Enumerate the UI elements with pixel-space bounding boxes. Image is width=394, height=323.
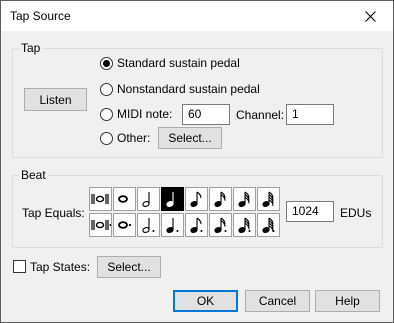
tap-states-select-button[interactable]: Select...: [97, 256, 161, 278]
cancel-button[interactable]: Cancel: [245, 290, 310, 312]
thirty-second-note-icon: [238, 191, 250, 207]
close-button[interactable]: [347, 1, 393, 31]
dotted-half-note-icon: [142, 218, 155, 233]
dotted-sixty-fourth-note-icon: [262, 217, 275, 233]
sixty-fourth-note-button[interactable]: [257, 187, 280, 211]
radio-indicator: [100, 56, 113, 70]
dotted-whole-note-button[interactable]: [113, 213, 136, 237]
dotted-eighth-note-icon: [190, 217, 203, 233]
dotted-whole-note-icon: [118, 221, 132, 229]
dotted-sixty-fourth-note-button[interactable]: [257, 213, 280, 237]
radio-indicator: [100, 82, 113, 96]
channel-field[interactable]: 1: [286, 104, 334, 125]
dotted-double-whole-note-icon: [91, 220, 111, 230]
radio-label: Standard sustain pedal: [117, 56, 240, 70]
sixty-fourth-note-icon: [262, 191, 274, 207]
half-note-icon: [142, 192, 150, 207]
radio-indicator: [100, 131, 113, 145]
dotted-sixteenth-note-icon: [214, 217, 227, 233]
quarter-note-button[interactable]: [161, 187, 184, 211]
dotted-eighth-note-button[interactable]: [185, 213, 208, 237]
radio-label: MIDI note:: [117, 107, 173, 121]
sixteenth-note-button[interactable]: [209, 187, 232, 211]
other-select-button[interactable]: Select...: [158, 127, 222, 149]
half-note-button[interactable]: [137, 187, 160, 211]
channel-label: Channel:: [236, 108, 285, 122]
dotted-thirty-second-note-button[interactable]: [233, 213, 256, 237]
tap-source-dialog: Tap Source Tap Listen Standard sustain p…: [0, 0, 394, 323]
quarter-note-icon: [166, 192, 174, 207]
tap-states-checkbox[interactable]: [13, 260, 26, 273]
dialog-title: Tap Source: [10, 9, 71, 23]
close-icon: [364, 10, 376, 22]
eighth-note-icon: [190, 191, 202, 207]
radio-indicator: [100, 107, 113, 121]
double-whole-note-button[interactable]: [89, 187, 112, 211]
help-button[interactable]: Help: [315, 290, 380, 312]
midi-note-radio[interactable]: MIDI note:: [100, 107, 172, 121]
edus-field[interactable]: 1024: [286, 201, 334, 222]
beat-group-label: Beat: [19, 168, 48, 182]
tap-group-label: Tap: [19, 41, 43, 55]
listen-button[interactable]: Listen: [24, 88, 87, 111]
title-bar: Tap Source: [1, 1, 393, 31]
nonstandard-sustain-pedal-radio[interactable]: Nonstandard sustain pedal: [100, 82, 260, 96]
ok-button[interactable]: OK: [173, 290, 238, 312]
thirty-second-note-button[interactable]: [233, 187, 256, 211]
other-radio[interactable]: Other:: [100, 131, 150, 145]
edus-label: EDUs: [340, 206, 372, 220]
radio-label: Other:: [117, 131, 151, 145]
whole-note-button[interactable]: [113, 187, 136, 211]
dotted-quarter-note-button[interactable]: [161, 213, 184, 237]
sixteenth-note-icon: [214, 191, 226, 207]
whole-note-icon: [118, 195, 128, 203]
double-whole-note-icon: [91, 194, 109, 204]
dotted-double-whole-note-button[interactable]: [89, 213, 112, 237]
standard-sustain-pedal-radio[interactable]: Standard sustain pedal: [100, 56, 240, 70]
tap-states-label: Tap States:: [30, 260, 91, 274]
dotted-quarter-note-icon: [166, 218, 179, 233]
tap-equals-label: Tap Equals:: [22, 206, 85, 220]
eighth-note-button[interactable]: [185, 187, 208, 211]
midi-note-field[interactable]: 60: [182, 104, 230, 125]
radio-label: Nonstandard sustain pedal: [117, 82, 260, 96]
dotted-half-note-button[interactable]: [137, 213, 160, 237]
dotted-thirty-second-note-icon: [238, 217, 251, 233]
dotted-sixteenth-note-button[interactable]: [209, 213, 232, 237]
